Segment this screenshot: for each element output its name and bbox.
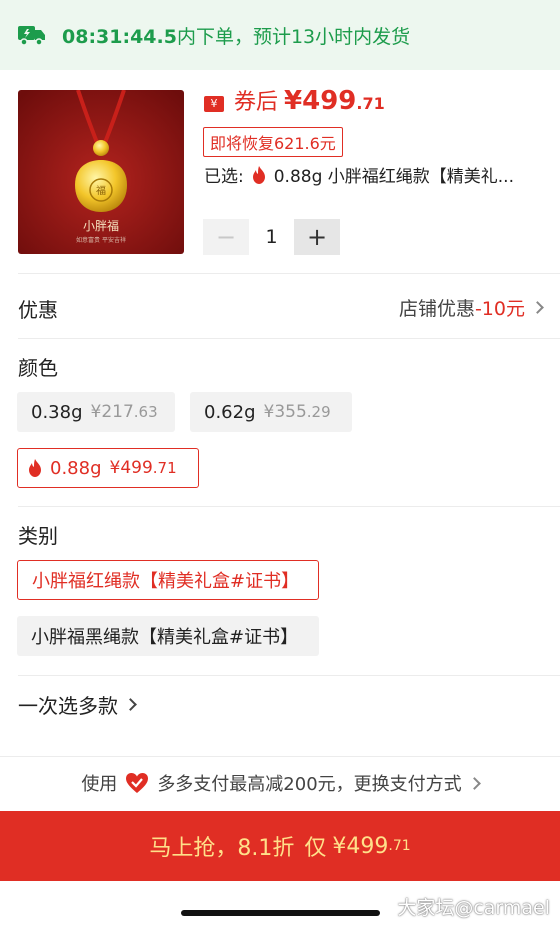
quantity-stepper[interactable]: − 1 + xyxy=(203,219,340,255)
shipping-banner: 08:31:44.5内下单，预计13小时内发货 xyxy=(0,0,560,70)
category-option-black-rope[interactable]: 小胖福黑绳款【精美礼盒#证书】 xyxy=(17,616,319,656)
coupon-price: ¥ 券后 ¥499 .71 xyxy=(204,84,385,116)
selected-text: 0.88g 小胖福红绳款【精美礼... xyxy=(273,167,514,187)
option-name: 0.62g xyxy=(204,401,256,423)
chevron-right-icon xyxy=(531,301,544,314)
pendant-slogan: 如意富贵 平安吉祥 xyxy=(76,236,126,244)
banner-time: 08:31:44.5 xyxy=(62,25,177,48)
decrease-button[interactable]: − xyxy=(203,219,249,255)
banner-message: 内下单，预计13小时内发货 xyxy=(176,25,411,48)
buy-price-decimal: .71 xyxy=(388,838,411,854)
option-price: ¥499.71 xyxy=(109,458,177,478)
gold-pendant-image: 福 小胖福 如意富贵 平安吉祥 xyxy=(18,90,184,254)
flame-icon xyxy=(29,459,41,477)
selected-prefix: 已选: xyxy=(204,167,244,187)
divider xyxy=(0,756,560,757)
svg-text:福: 福 xyxy=(96,184,106,197)
color-option-0-62g[interactable]: 0.62g ¥355.29 xyxy=(190,392,352,432)
buy-text: 马上抢，8.1折 xyxy=(149,836,295,861)
shop-promo-link[interactable]: 店铺优惠 -10元 xyxy=(398,294,544,321)
option-price: ¥217.63 xyxy=(90,402,158,422)
coupon-price-label: 券后 xyxy=(234,90,279,115)
price-decimal: .71 xyxy=(356,94,385,113)
category-label: 类别 xyxy=(18,524,58,548)
divider xyxy=(18,675,560,676)
product-image[interactable]: 福 小胖福 如意富贵 平安吉祥 xyxy=(18,90,184,254)
option-name: 0.88g xyxy=(50,457,102,479)
multi-select-link[interactable]: 一次选多款 xyxy=(18,690,137,719)
option-name: 小胖福黑绳款【精美礼盒#证书】 xyxy=(31,627,299,648)
divider xyxy=(18,273,560,274)
buy-only: 仅 xyxy=(304,836,327,861)
payment-method-link[interactable]: 使用 多多支付最高减200元，更换支付方式 xyxy=(0,770,560,796)
multi-select-label: 一次选多款 xyxy=(18,694,118,718)
option-price: ¥355.29 xyxy=(263,402,331,422)
increase-button[interactable]: + xyxy=(294,219,340,255)
category-option-red-rope[interactable]: 小胖福红绳款【精美礼盒#证书】 xyxy=(17,560,319,600)
payment-text: 多多支付最高减200元，更换支付方式 xyxy=(157,774,462,795)
promo-amount: -10元 xyxy=(474,298,525,320)
watermark: 大家坛@carmael xyxy=(397,897,550,919)
divider xyxy=(18,338,560,339)
buy-price: ¥499 xyxy=(332,833,389,859)
option-name: 小胖福红绳款【精美礼盒#证书】 xyxy=(32,571,300,592)
divider xyxy=(18,506,560,507)
chevron-right-icon xyxy=(467,776,481,790)
price-main: ¥499 xyxy=(284,86,357,116)
promo-text: 店铺优惠 xyxy=(398,298,475,320)
color-option-0-88g[interactable]: 0.88g ¥499.71 xyxy=(17,448,199,488)
quantity-value[interactable]: 1 xyxy=(249,226,294,248)
promo-label: 优惠 xyxy=(18,298,58,322)
chevron-right-icon xyxy=(124,698,137,711)
buy-now-button[interactable]: 马上抢，8.1折 仅 ¥499.71 xyxy=(0,811,560,881)
duoduo-pay-icon xyxy=(126,773,149,793)
selected-spec: 已选: 0.88g 小胖福红绳款【精美礼... xyxy=(204,162,544,187)
color-label: 颜色 xyxy=(18,356,58,380)
pendant-name: 小胖福 xyxy=(83,218,119,233)
flame-icon xyxy=(252,165,265,184)
home-indicator[interactable] xyxy=(181,910,380,916)
color-option-0-38g[interactable]: 0.38g ¥217.63 xyxy=(17,392,175,432)
coupon-icon: ¥ xyxy=(204,95,224,112)
delivery-truck-icon xyxy=(18,26,45,46)
restore-price-tag: 即将恢复621.6元 xyxy=(203,127,343,157)
payment-prefix: 使用 xyxy=(81,774,118,795)
option-name: 0.38g xyxy=(31,401,83,423)
